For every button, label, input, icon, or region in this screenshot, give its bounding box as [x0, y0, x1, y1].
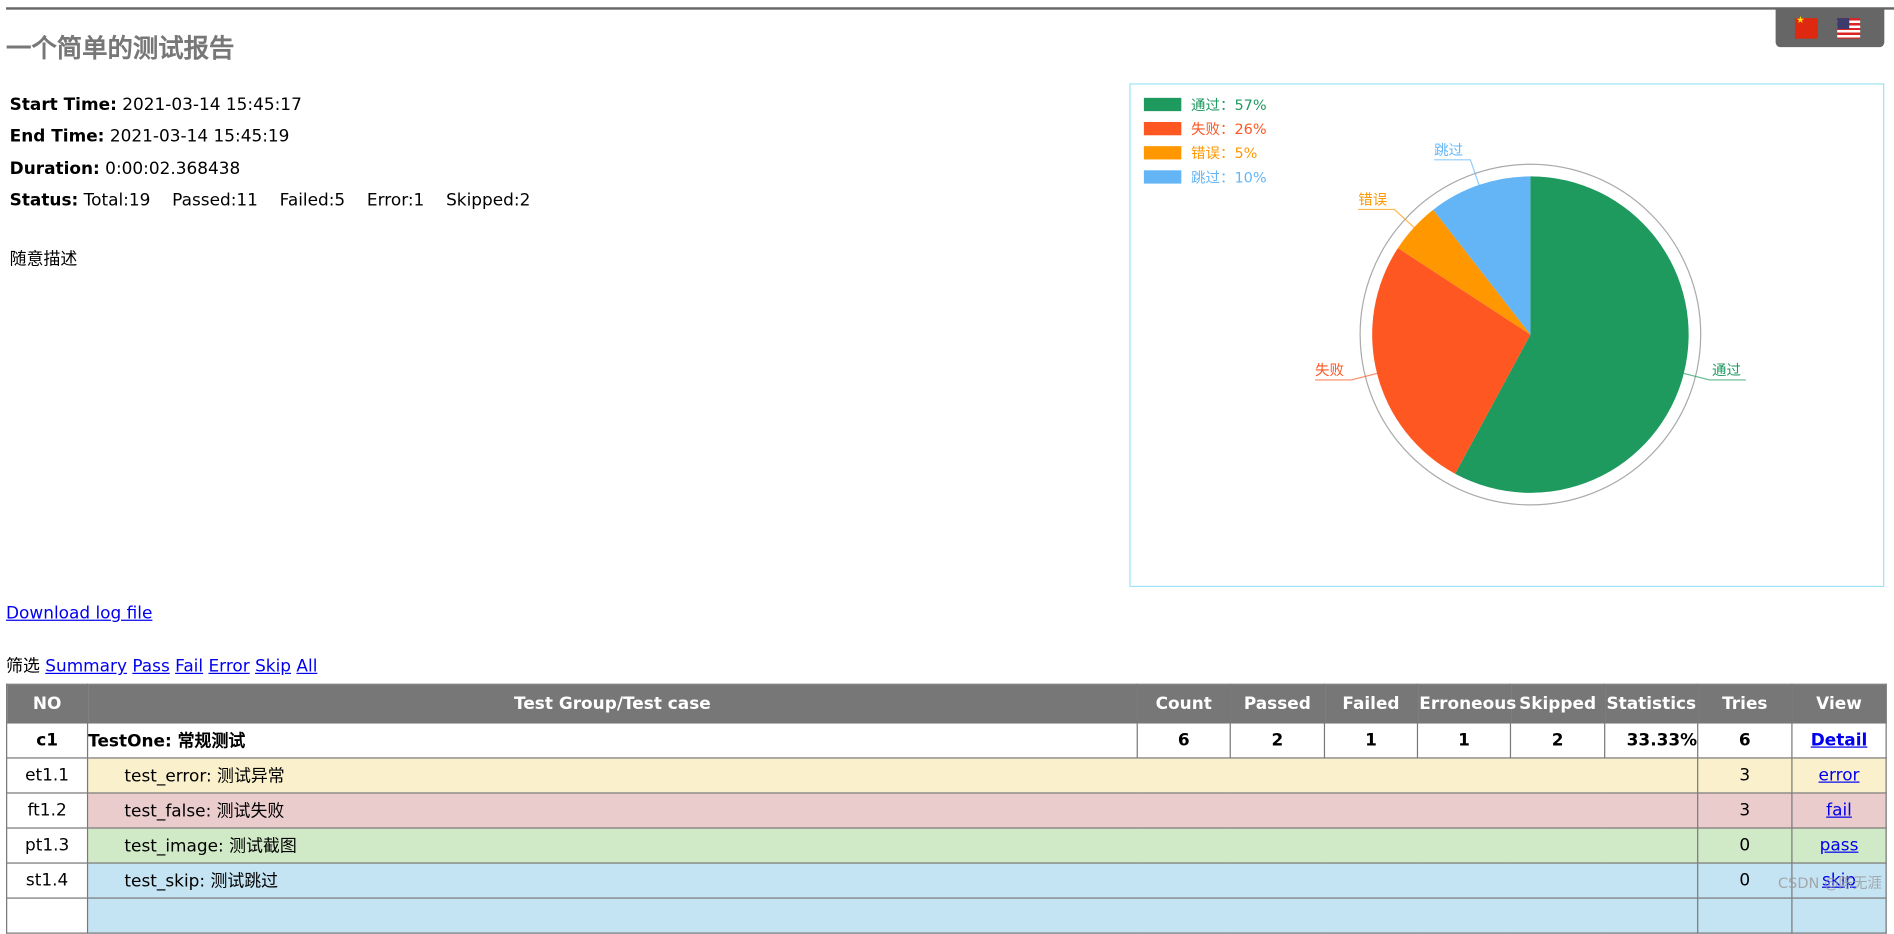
group-row: c1 TestOne: 常规测试 6 2 1 1 2 33.33% 6 Deta…	[6, 722, 1887, 759]
filter-skip[interactable]: Skip	[255, 657, 291, 676]
legend-label: 错误：5%	[1191, 145, 1257, 162]
status-error: Error:1	[366, 190, 425, 211]
group-skipped: 2	[1509, 722, 1606, 759]
start-time: Start Time: 2021-03-14 15:45:17	[10, 95, 302, 114]
end-time-label: End Time:	[9, 126, 105, 147]
filter-label: 筛选	[6, 657, 40, 677]
case-no: ft1.2	[6, 792, 89, 829]
report-page: 一个简单的测试报告 Start Time: 2021-03-14 15:45:1…	[0, 0, 1894, 934]
col-failed: Failed	[1323, 683, 1419, 724]
start-time-label: Start Time:	[9, 95, 117, 115]
pie-label: 跳过	[1434, 142, 1463, 159]
detail-link[interactable]: Detail	[1811, 731, 1868, 750]
china-flag-icon[interactable]	[1794, 14, 1818, 39]
legend-swatch	[1143, 146, 1182, 160]
group-erroneous: 1	[1416, 722, 1512, 759]
results-table: NO Test Group/Test case Count Passed Fai…	[6, 683, 1887, 934]
col-erroneous: Erroneous	[1416, 683, 1516, 724]
table-row-partial	[6, 897, 1887, 934]
table-row: pt1.3 test_image: 测试截图 0 pass	[6, 827, 1887, 864]
duration-value: 0:00:02.368438	[105, 159, 241, 179]
usa-flag-icon[interactable]	[1837, 18, 1861, 39]
col-passed: Passed	[1229, 683, 1326, 724]
col-statistics: Statistics	[1604, 683, 1699, 724]
language-switcher	[1775, 8, 1885, 48]
report-description: 随意描述	[9, 250, 78, 270]
group-passed: 2	[1229, 722, 1326, 759]
group-failed: 1	[1323, 722, 1419, 759]
col-skipped: Skipped	[1509, 683, 1606, 724]
case-no: st1.4	[6, 862, 89, 899]
filter-pass[interactable]: Pass	[132, 657, 169, 676]
filter-error[interactable]: Error	[208, 657, 249, 676]
filter-summary[interactable]: Summary	[45, 657, 127, 676]
legend-swatch	[1143, 121, 1182, 136]
case-tries: 0	[1697, 827, 1793, 864]
group-name: TestOne: 常规测试	[86, 722, 1138, 759]
col-test-case: Test Group/Test case	[86, 683, 1138, 724]
download-log-link[interactable]: Download log file	[6, 604, 152, 623]
case-view-link[interactable]: error	[1819, 766, 1860, 785]
group-tries: 6	[1697, 722, 1793, 759]
col-count: Count	[1136, 683, 1231, 724]
group-no: c1	[6, 722, 89, 759]
status-passed: Passed:11	[172, 190, 258, 211]
case-name: test_skip: 测试跳过	[86, 862, 1699, 899]
group-view: Detail	[1791, 722, 1887, 759]
case-tries: 3	[1697, 757, 1793, 794]
case-no: pt1.3	[6, 827, 89, 864]
case-name: test_false: 测试失败	[86, 792, 1699, 829]
status-label: Status:	[9, 190, 79, 211]
page-title: 一个简单的测试报告	[6, 33, 235, 63]
group-statistics: 33.33%	[1604, 722, 1699, 759]
pie-label: 失败	[1315, 362, 1344, 379]
case-no: et1.1	[6, 757, 89, 794]
col-view: View	[1791, 683, 1887, 724]
legend-label: 通过：57%	[1191, 97, 1267, 114]
case-view: error	[1791, 757, 1887, 794]
duration: Duration: 0:00:02.368438	[10, 159, 241, 178]
case-view: pass	[1791, 827, 1887, 864]
pie-label: 通过	[1712, 362, 1741, 379]
legend-swatch	[1143, 170, 1182, 184]
case-view: fail	[1791, 792, 1887, 829]
group-count: 6	[1136, 722, 1231, 759]
table-row: ft1.2 test_false: 测试失败 3 fail	[6, 792, 1887, 829]
status-summary: Status: Total:19 Passed:11 Failed:5 Error:1…	[10, 191, 552, 210]
filter-bar: 筛选 Summary Pass Fail Error Skip All	[6, 653, 317, 677]
top-divider	[6, 7, 1894, 10]
start-time-value: 2021-03-14 15:45:17	[122, 95, 302, 115]
pie-label: 错误	[1358, 192, 1387, 209]
status-failed: Failed:5	[279, 190, 346, 211]
table-row: st1.4 test_skip: 测试跳过 0 skip	[6, 862, 1887, 899]
end-time-value: 2021-03-14 15:45:19	[109, 126, 290, 147]
pie-chart-panel: 通过：57% 失败：26% 错误：5% 跳过：10% 通过 失败 错误 跳过	[1129, 83, 1885, 588]
case-tries: 3	[1697, 792, 1793, 829]
duration-label: Duration:	[9, 159, 100, 179]
col-tries: Tries	[1697, 683, 1793, 724]
status-skipped: Skipped:2	[446, 190, 531, 211]
end-time: End Time: 2021-03-14 15:45:19	[10, 127, 290, 146]
filter-all[interactable]: All	[296, 657, 317, 676]
case-name: test_error: 测试异常	[86, 757, 1699, 794]
col-no: NO	[6, 683, 89, 724]
legend-label: 跳过：10%	[1191, 169, 1267, 186]
case-name: test_image: 测试截图	[86, 827, 1699, 864]
legend-swatch	[1143, 97, 1182, 112]
legend-label: 失败：26%	[1191, 121, 1267, 138]
table-row: et1.1 test_error: 测试异常 3 error	[6, 757, 1887, 794]
case-view-link[interactable]: fail	[1826, 801, 1852, 820]
watermark: CSDN @陈无涯	[1778, 874, 1882, 892]
table-header: NO Test Group/Test case Count Passed Fai…	[6, 683, 1887, 724]
filter-fail[interactable]: Fail	[175, 657, 203, 676]
case-view-link[interactable]: pass	[1820, 836, 1859, 855]
status-total: Total:19	[83, 190, 151, 211]
pie-chart: 通过：57% 失败：26% 错误：5% 跳过：10% 通过 失败 错误 跳过	[1143, 97, 1746, 506]
